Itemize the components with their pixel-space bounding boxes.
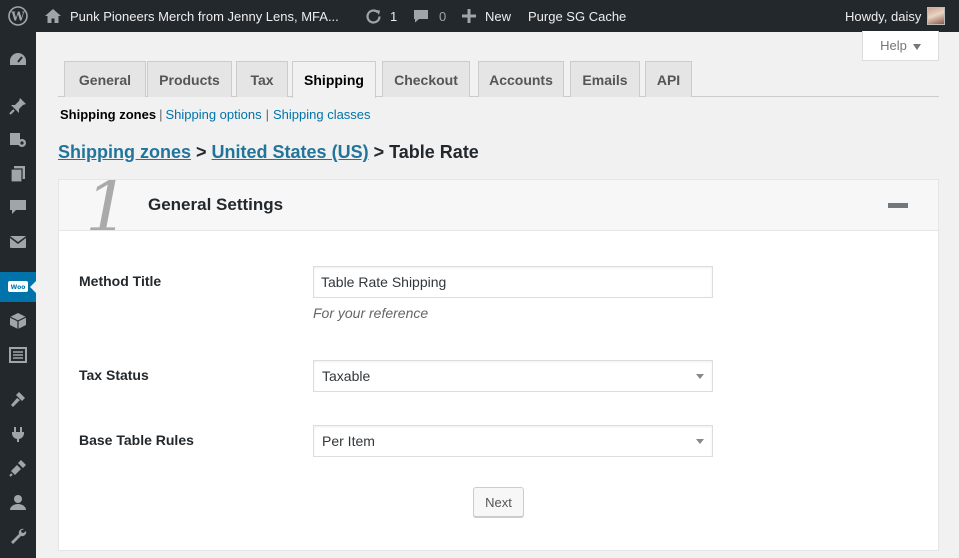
base-table-rules-select[interactable]: Per Item [313,425,713,457]
help-label: Help [880,38,907,53]
breadcrumb-separator: > [196,142,207,162]
tax-status-value: Taxable [322,368,371,384]
svg-text:W: W [10,10,25,24]
menu-users[interactable] [0,487,36,517]
reports-icon [9,347,27,363]
panel-title: General Settings [148,195,284,214]
subnav-separator: | [159,107,163,122]
home-icon [44,8,62,24]
purge-cache-button[interactable]: Purge SG Cache [528,0,626,32]
menu-pages[interactable] [0,159,36,189]
site-name: Punk Pioneers Merch from Jenny Lens, MFA… [70,8,339,24]
comment-icon [413,8,429,24]
tab-general[interactable]: General [64,61,146,97]
dashboard-icon [10,53,26,65]
wordpress-logo-icon[interactable]: W [8,0,28,32]
menu-products[interactable] [0,306,36,336]
subnav-shipping-classes[interactable]: Shipping classes [273,107,371,122]
caret-down-icon [912,43,921,50]
tab-accounts[interactable]: Accounts [478,61,564,97]
tax-status-select[interactable]: Taxable [313,360,713,392]
avatar [927,7,946,25]
comments-count: 0 [439,8,447,24]
method-title-description: For your reference [313,305,429,321]
user-account-menu[interactable]: Howdy, daisy [845,0,946,32]
step-number: 1 [85,180,130,231]
base-table-rules-value: Per Item [322,433,375,449]
pages-icon [10,166,25,183]
breadcrumb: Shipping zones > United States (US) > Ta… [58,142,479,163]
media-icon [10,133,26,147]
breadcrumb-shipping-zones-link[interactable]: Shipping zones [58,142,191,162]
comments-menu[interactable]: 0 [413,0,446,32]
site-name-menu[interactable]: Punk Pioneers Merch from Jenny Lens, MFA… [44,0,339,32]
menu-mail[interactable] [0,227,36,257]
base-table-rules-label: Base Table Rules [79,432,194,448]
method-title-label: Method Title [79,273,162,289]
subnav-shipping-options[interactable]: Shipping options [165,107,261,122]
tab-emails[interactable]: Emails [570,61,640,97]
settings-tabs: General Products Tax Shipping Checkout A… [58,61,939,98]
select-arrow-icon [696,374,704,379]
menu-plugins[interactable] [0,453,36,483]
tax-status-label: Tax Status [79,367,149,383]
breadcrumb-separator: > [373,142,385,162]
tab-api[interactable]: API [645,61,692,97]
appearance-icon [11,392,25,407]
subnav-shipping-zones[interactable]: Shipping zones [60,107,156,122]
admin-sidebar: Woo [0,32,37,558]
plugins-icon [9,460,26,477]
method-title-input[interactable]: Table Rate Shipping [313,266,713,298]
help-tab-button[interactable]: Help [862,31,939,61]
next-button[interactable]: Next [473,487,524,517]
menu-tools[interactable] [0,521,36,551]
admin-bar: W Punk Pioneers Merch from Jenny Lens, M… [0,0,959,32]
menu-woocommerce[interactable]: Woo [0,272,37,302]
users-icon [10,495,26,510]
plus-icon [462,9,476,23]
updates-count: 1 [390,8,398,24]
tools-icon [11,528,27,544]
woocommerce-icon: Woo [8,281,28,292]
subnav-separator: | [265,107,269,122]
updates-icon [365,8,382,25]
tab-checkout[interactable]: Checkout [382,61,470,97]
tab-products[interactable]: Products [147,61,232,97]
svg-text:Woo: Woo [11,284,26,291]
breadcrumb-zone-link[interactable]: United States (US) [212,142,369,162]
tab-tax[interactable]: Tax [236,61,288,97]
menu-comments[interactable] [0,192,36,222]
products-icon [9,313,27,329]
user-greeting: Howdy, daisy [845,8,922,24]
pin-icon [9,98,26,115]
menu-plugins-alt[interactable] [0,419,36,449]
shipping-subnav: Shipping zones | Shipping options | Shipping… [60,107,371,122]
select-arrow-icon [696,439,704,444]
new-label: New [485,8,512,24]
general-settings-panel: 1 General Settings Method Title Table Ra… [58,179,939,551]
comments-icon [10,200,26,214]
menu-posts[interactable] [0,91,36,121]
menu-appearance[interactable] [0,384,36,414]
collapse-minus-icon[interactable] [888,203,908,208]
menu-dashboard[interactable] [0,45,36,75]
panel-header[interactable]: 1 General Settings [59,180,938,231]
tab-shipping[interactable]: Shipping [292,61,376,98]
plugins-alt-icon [12,427,24,442]
menu-media[interactable] [0,125,36,155]
menu-reports[interactable] [0,340,36,370]
new-content-menu[interactable]: New [462,0,511,32]
breadcrumb-current: Table Rate [389,142,479,162]
updates-menu[interactable]: 1 [365,0,397,32]
mail-icon [9,236,27,248]
